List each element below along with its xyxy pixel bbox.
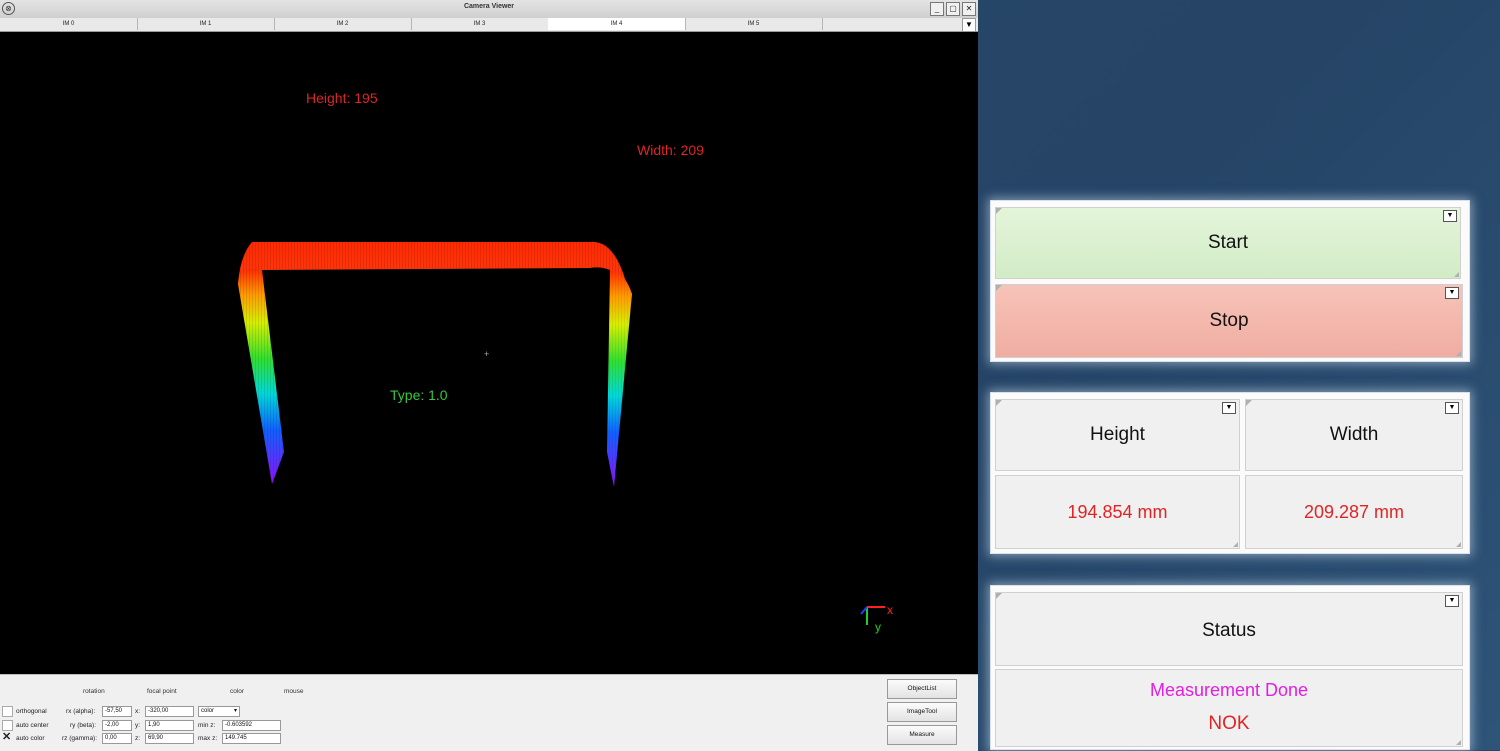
- auto-center-label: auto center: [16, 722, 49, 729]
- status-panel: Status ▼ Measurement Done NOK: [990, 585, 1470, 750]
- measurement-panel: Height ▼ Width ▼ 194.854 mm 209.287 mm: [990, 392, 1470, 554]
- tab-im-1[interactable]: IM 1: [137, 18, 275, 30]
- y-label: y:: [135, 722, 141, 729]
- window-title: Camera Viewer: [463, 3, 515, 10]
- focal-point-header: focal point: [147, 688, 177, 695]
- start-button[interactable]: Start ▼: [995, 207, 1461, 279]
- height-value: 194.854 mm: [1067, 502, 1168, 522]
- height-header-card: Height ▼: [995, 399, 1240, 471]
- height-dropdown-icon[interactable]: ▼: [1222, 402, 1236, 414]
- auto-center-checkbox[interactable]: [2, 720, 13, 731]
- auto-color-label: auto color: [16, 735, 45, 742]
- stop-label: Stop: [1209, 310, 1249, 331]
- width-value-card: 209.287 mm: [1245, 475, 1463, 549]
- rx-input[interactable]: -57,50: [102, 706, 132, 717]
- width-label: Width: [1329, 424, 1379, 445]
- stop-dropdown-icon[interactable]: ▼: [1445, 287, 1459, 299]
- max-z-label: max z:: [198, 735, 218, 742]
- color-header: color: [230, 688, 245, 695]
- maximize-button[interactable]: ▢: [946, 2, 960, 16]
- auto-color-checkbox[interactable]: ✕: [2, 732, 11, 743]
- chevron-down-icon: ▾: [233, 708, 237, 714]
- width-value: 209.287 mm: [1303, 502, 1405, 522]
- z-input[interactable]: 69,90: [145, 733, 194, 744]
- status-message: Measurement Done: [1149, 680, 1309, 700]
- max-z-input[interactable]: 149.745: [222, 733, 281, 744]
- status-result-badge: NOK: [1208, 713, 1250, 734]
- height-label: Height: [1090, 424, 1145, 445]
- status-label: Status: [1202, 620, 1256, 641]
- imagetool-button[interactable]: ImageTool: [887, 702, 957, 722]
- orthogonal-checkbox[interactable]: [2, 706, 13, 717]
- min-z-input[interactable]: -0.603592: [222, 720, 281, 731]
- x-label: x:: [135, 708, 141, 715]
- orthogonal-label: orthogonal: [16, 708, 47, 715]
- rz-label: rz (gamma):: [62, 735, 98, 742]
- status-dropdown-icon[interactable]: ▼: [1445, 595, 1459, 607]
- tab-im-2[interactable]: IM 2: [274, 18, 412, 30]
- y-input[interactable]: 1,90: [145, 720, 194, 731]
- view-controls: rotation focal point color mouse orthogo…: [0, 674, 978, 751]
- tab-im-3[interactable]: IM 3: [411, 18, 549, 30]
- control-panel: Start ▼ Stop ▼: [990, 200, 1470, 362]
- start-label: Start: [1207, 232, 1249, 253]
- width-header-card: Width ▼: [1245, 399, 1463, 471]
- stop-button[interactable]: Stop ▼: [995, 284, 1463, 358]
- width-dropdown-icon[interactable]: ▼: [1445, 402, 1459, 414]
- x-input[interactable]: -320,00: [145, 706, 194, 717]
- status-value-card: Measurement Done NOK: [995, 669, 1463, 747]
- rx-label: rx (alpha):: [66, 708, 96, 715]
- measure-button[interactable]: Measure: [887, 725, 957, 745]
- z-label: z:: [135, 735, 141, 742]
- mouse-header: mouse: [284, 688, 304, 695]
- tab-im-0[interactable]: IM 0: [0, 18, 138, 30]
- point-cloud-profile: [238, 242, 632, 487]
- 3d-scene[interactable]: Height: 195 Width: 209 Type: 1.0 + x y: [0, 32, 978, 674]
- color-select[interactable]: color ▾: [198, 706, 240, 717]
- camera-viewer-window: ⊗ Camera Viewer _ ▢ ✕ IM 0 IM 1 IM 2 IM …: [0, 0, 978, 751]
- color-select-value: color: [201, 708, 215, 714]
- image-tabs: IM 0 IM 1 IM 2 IM 3 IM 4 IM 5 ▼: [0, 18, 978, 32]
- objectlist-button[interactable]: ObjectList: [887, 679, 957, 699]
- axis-x-label: x: [887, 603, 893, 617]
- tab-dropdown-icon[interactable]: ▼: [962, 18, 976, 32]
- tab-im-5[interactable]: IM 5: [685, 18, 823, 30]
- close-button[interactable]: ✕: [962, 2, 976, 16]
- start-dropdown-icon[interactable]: ▼: [1443, 210, 1457, 222]
- min-z-label: min z:: [198, 722, 216, 729]
- rz-input[interactable]: 0,00: [102, 733, 132, 744]
- height-value-card: 194.854 mm: [995, 475, 1240, 549]
- axis-y-label: y: [875, 620, 881, 634]
- tab-im-4[interactable]: IM 4: [548, 18, 686, 30]
- ry-label: ry (beta):: [70, 722, 97, 729]
- ry-input[interactable]: -2,00: [102, 720, 132, 731]
- status-header-card: Status ▼: [995, 592, 1463, 666]
- minimize-button[interactable]: _: [930, 2, 944, 16]
- axis-gizmo: x y: [855, 592, 905, 637]
- title-bar: ⊗ Camera Viewer _ ▢ ✕: [0, 0, 978, 19]
- rotation-header: rotation: [83, 688, 105, 695]
